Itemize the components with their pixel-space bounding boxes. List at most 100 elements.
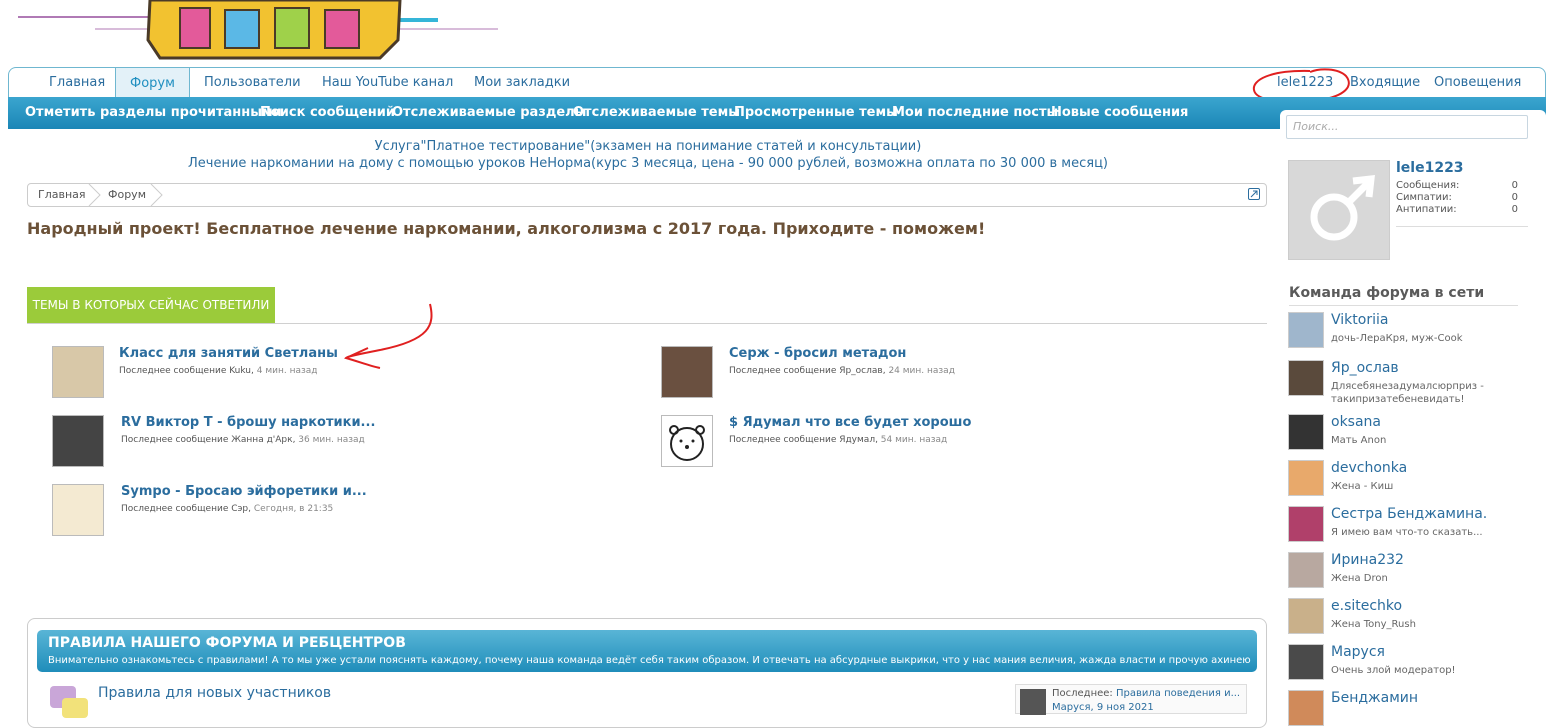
- thread-avatar[interactable]: [52, 346, 104, 398]
- thread-meta: Последнее сообщение Сэр, Сегодня, в 21:3…: [121, 504, 333, 514]
- staff-avatar[interactable]: [1288, 506, 1324, 542]
- notice-home-treatment[interactable]: Лечение наркомании на дому с помощью уро…: [0, 156, 1296, 171]
- thread-time: 54 мин. назад: [880, 435, 948, 445]
- staff-status: Длясебянезадумалсюрприз - такипризатебен…: [1331, 381, 1484, 405]
- thread-time: 4 мин. назад: [256, 366, 318, 376]
- staff-avatar[interactable]: [1288, 360, 1324, 396]
- staff-avatar[interactable]: [1288, 690, 1324, 726]
- notice-paid-testing[interactable]: Услуга"Платное тестирование"(экзамен на …: [0, 139, 1296, 154]
- new-posts-link[interactable]: Новые сообщения: [1051, 97, 1188, 129]
- staff-avatar[interactable]: [1288, 312, 1324, 348]
- profile-username[interactable]: lele1223: [1396, 160, 1464, 176]
- staff-avatar[interactable]: [1288, 598, 1324, 634]
- thread-last-poster: Последнее сообщение Kuku,: [119, 366, 257, 376]
- thread-meta: Последнее сообщение Яр_ослав, 24 мин. на…: [729, 366, 955, 376]
- nav-alerts[interactable]: Оповещения: [1434, 68, 1521, 98]
- stat-label: Сообщения:: [1396, 180, 1460, 191]
- bear-icon: [669, 425, 705, 461]
- nav-youtube[interactable]: Наш YouTube канал: [322, 68, 453, 98]
- thread-avatar[interactable]: [52, 415, 104, 467]
- nav-forum[interactable]: Форум: [115, 67, 190, 99]
- last-post-meta[interactable]: Маруся, 9 ноя 2021: [1052, 702, 1154, 713]
- nav-home[interactable]: Главная: [49, 68, 105, 98]
- site-logo[interactable]: [0, 0, 520, 66]
- page-title: Народный проект! Бесплатное лечение нарк…: [27, 219, 986, 238]
- thread-title[interactable]: Класс для занятий Светланы: [119, 346, 338, 361]
- mark-read-link[interactable]: Отметить разделы прочитанными: [25, 97, 282, 129]
- staff-status: Мать Anon: [1331, 435, 1387, 446]
- stat-value[interactable]: 0: [1512, 204, 1518, 215]
- thread-title[interactable]: Серж - бросил метадон: [729, 346, 906, 361]
- thread-title[interactable]: RV Виктор Т - брошу наркотики...: [121, 415, 375, 430]
- staff-status: дочь-ЛераКря, муж-Cook: [1331, 333, 1463, 344]
- thread-last-poster: Последнее сообщение Яр_ослав,: [729, 366, 889, 376]
- breadcrumb-separator-icon: [88, 184, 101, 206]
- staff-name[interactable]: Ирина232: [1331, 552, 1404, 568]
- last-post-box: Последнее: Правила поведения и... Маруся…: [1015, 684, 1247, 715]
- rules-category-description: Внимательно ознакомьтесь с правилами! А …: [48, 655, 1251, 666]
- stat-value[interactable]: 0: [1512, 192, 1518, 203]
- profile-stat-messages: Сообщения: 0: [1396, 180, 1518, 191]
- thread-title[interactable]: Sympo - Бросаю эйфоретики и...: [121, 484, 367, 499]
- staff-name[interactable]: e.sitechko: [1331, 598, 1402, 614]
- staff-name[interactable]: Бенджамин: [1331, 690, 1418, 706]
- thread-time: 36 мин. назад: [298, 435, 365, 445]
- staff-name[interactable]: devchonka: [1331, 460, 1407, 476]
- thread-avatar[interactable]: [661, 346, 713, 398]
- thread-meta: Последнее сообщение Ядумал, 54 мин. наза…: [729, 435, 947, 445]
- thread-last-poster: Последнее сообщение Ядумал,: [729, 435, 881, 445]
- thread-last-poster: Последнее сообщение Сэр,: [121, 504, 254, 514]
- profile-stat-dislikes: Антипатии: 0: [1396, 204, 1518, 215]
- search-posts-link[interactable]: Поиск сообщений: [260, 97, 395, 129]
- staff-name[interactable]: Маруся: [1331, 644, 1385, 660]
- nav-bookmarks[interactable]: Мои закладки: [474, 68, 570, 98]
- breadcrumb-separator-icon: [150, 184, 163, 206]
- stat-value[interactable]: 0: [1512, 180, 1518, 191]
- breadcrumb-forum[interactable]: Форум: [108, 184, 146, 206]
- staff-name[interactable]: Viktoriia: [1331, 312, 1388, 328]
- viewed-threads-link[interactable]: Просмотренные темы: [734, 97, 898, 129]
- rules-category-title[interactable]: ПРАВИЛА НАШЕГО ФОРУМА И РЕБЦЕНТРОВ: [48, 635, 406, 651]
- staff-avatar[interactable]: [1288, 552, 1324, 588]
- staff-online-title: Команда форума в сети: [1289, 285, 1485, 301]
- my-recent-posts-link[interactable]: Мои последние посты: [892, 97, 1058, 129]
- thread-title[interactable]: $ Ядумал что все будет хорошо: [729, 415, 971, 430]
- profile-stat-likes: Симпатии: 0: [1396, 192, 1518, 203]
- rules-category-header[interactable]: ПРАВИЛА НАШЕГО ФОРУМА И РЕБЦЕНТРОВ Внима…: [37, 630, 1257, 672]
- staff-status: Жена Tony_Rush: [1331, 619, 1416, 630]
- last-post-avatar[interactable]: [1020, 689, 1046, 715]
- staff-status: Жена - Киш: [1331, 481, 1394, 492]
- staff-name[interactable]: Сестра Бенджамина.: [1331, 506, 1487, 522]
- jump-to-icon[interactable]: [1248, 188, 1260, 200]
- thread-last-poster: Последнее сообщение Жанна д'Арк,: [121, 435, 299, 445]
- staff-name[interactable]: oksana: [1331, 414, 1381, 430]
- staff-name[interactable]: Яр_ослав: [1331, 360, 1399, 376]
- thread-avatar[interactable]: [52, 484, 104, 536]
- thread-avatar[interactable]: [661, 415, 713, 467]
- forum-node-title[interactable]: Правила для новых участников: [98, 685, 331, 701]
- staff-avatar[interactable]: [1288, 414, 1324, 450]
- breadcrumb-home[interactable]: Главная: [38, 184, 86, 206]
- watched-threads-link[interactable]: Отслеживаемые темы: [573, 97, 740, 129]
- stat-label: Симпатии:: [1396, 192, 1452, 203]
- divider: [27, 323, 1267, 324]
- thread-time: 24 мин. назад: [888, 366, 955, 376]
- watched-forums-link[interactable]: Отслеживаемые разделы: [392, 97, 586, 129]
- last-post-link[interactable]: Правила поведения и...: [1116, 688, 1240, 699]
- profile-avatar[interactable]: [1288, 160, 1390, 260]
- thread-time: Сегодня, в 21:35: [253, 504, 334, 514]
- forum-node-icon: [50, 686, 88, 718]
- recent-threads-header[interactable]: ТЕМЫ В КОТОРЫХ СЕЙЧАС ОТВЕТИЛИ: [27, 287, 275, 323]
- search-input[interactable]: Поиск...: [1286, 115, 1528, 139]
- search-placeholder: Поиск...: [1293, 120, 1339, 133]
- nav-inbox[interactable]: Входящие: [1350, 68, 1420, 98]
- divider: [1396, 226, 1528, 227]
- red-arrow-annotation: [344, 303, 433, 369]
- breadcrumb: Главная Форум: [27, 183, 1267, 207]
- staff-status: Я имею вам что-то сказать...: [1331, 527, 1483, 538]
- male-avatar-icon: [1310, 175, 1375, 241]
- nav-members[interactable]: Пользователи: [204, 68, 301, 98]
- staff-avatar[interactable]: [1288, 460, 1324, 496]
- staff-avatar[interactable]: [1288, 644, 1324, 680]
- thread-meta: Последнее сообщение Жанна д'Арк, 36 мин.…: [121, 435, 365, 445]
